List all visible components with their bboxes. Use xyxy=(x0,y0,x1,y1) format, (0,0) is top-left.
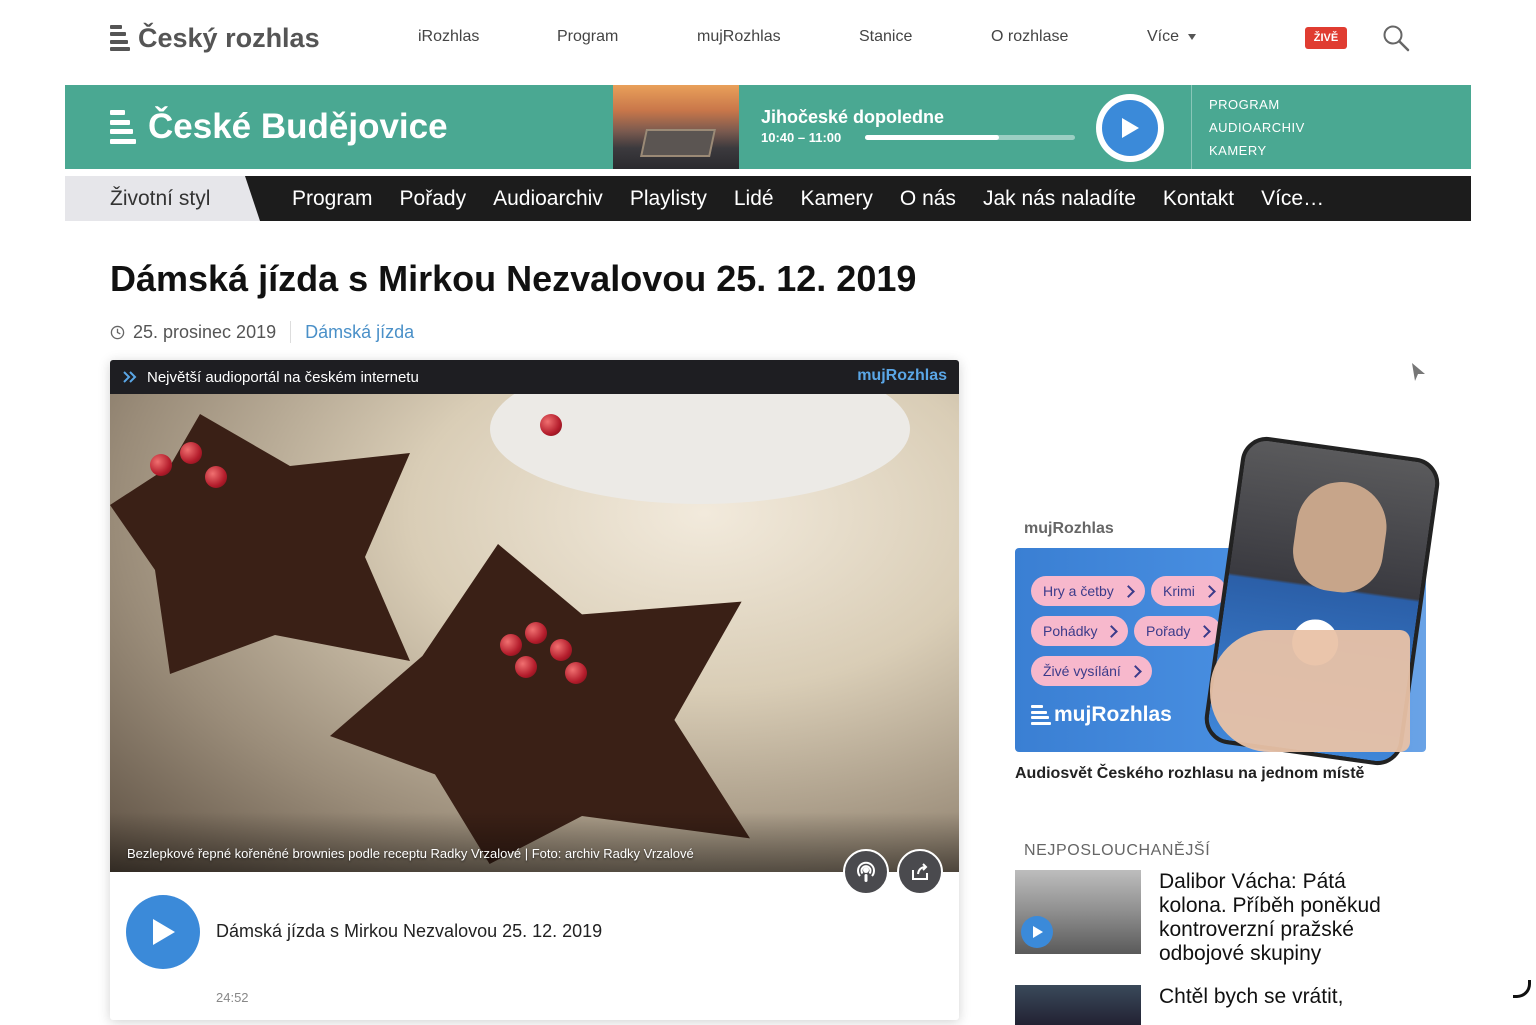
share-icon xyxy=(912,863,928,880)
share-button[interactable] xyxy=(897,849,943,895)
player-header[interactable]: Největší audioportál na českém internetu… xyxy=(110,360,959,394)
podcast-button[interactable] xyxy=(843,849,889,895)
station-thumbnail xyxy=(613,85,739,169)
episode-play-button[interactable] xyxy=(126,895,200,969)
nav-vice[interactable]: Více… xyxy=(1261,187,1324,211)
most-listened-thumb-1[interactable] xyxy=(1015,870,1141,954)
photo-caption: Bezlepkové řepné kořeněné brownies podle… xyxy=(127,846,694,861)
audio-player: Největší audioportál na českém internetu… xyxy=(110,360,959,1020)
live-play-button[interactable] xyxy=(1096,94,1164,162)
cro-logo-icon xyxy=(110,25,130,51)
promo-label: mujRozhlas xyxy=(1024,520,1114,537)
meta-divider xyxy=(290,321,292,343)
nav-lide[interactable]: Lidé xyxy=(734,187,774,211)
article-date: 25. prosinec 2019 xyxy=(133,321,277,342)
topnav-vice[interactable]: Více xyxy=(1147,28,1196,46)
topnav-program[interactable]: Program xyxy=(557,28,618,46)
nav-jak-nas-naladite[interactable]: Jak nás naladíte xyxy=(983,187,1136,211)
cesky-rozhlas-logo[interactable]: Český rozhlas xyxy=(110,20,320,56)
play-icon xyxy=(1033,926,1043,938)
station-link-audioarchiv[interactable]: AUDIOARCHIV xyxy=(1209,119,1305,136)
station-logo[interactable]: České Budějovice xyxy=(110,107,448,147)
promo-brand: mujRozhlas xyxy=(1031,703,1172,727)
nav-porady[interactable]: Pořady xyxy=(400,187,467,211)
topnav-irozhlas[interactable]: iRozhlas xyxy=(418,28,479,46)
topnav-mujrozhlas[interactable]: mujRozhlas xyxy=(697,28,781,46)
chip-zive-vysilani[interactable]: Živé vysílání xyxy=(1031,656,1152,686)
station-link-program[interactable]: PROGRAM xyxy=(1209,96,1305,113)
most-listened-title-2[interactable]: Chtěl bych se vrátit, xyxy=(1159,985,1419,1009)
play-icon xyxy=(1122,118,1139,138)
most-listened-thumb-2[interactable] xyxy=(1015,985,1141,1025)
podcast-icon xyxy=(857,861,875,882)
topnav-o-rozhlase[interactable]: O rozhlase xyxy=(991,28,1068,46)
show-progress-bar xyxy=(865,135,1075,140)
photo-plate xyxy=(490,394,910,504)
station-divider xyxy=(1191,85,1192,169)
top-header: Český rozhlas iRozhlas Program mujRozhla… xyxy=(0,0,1536,76)
page-title: Dámská jízda s Mirkou Nezvalovou 25. 12.… xyxy=(110,258,917,299)
mujrozhlas-logo-icon xyxy=(1031,705,1051,725)
article-meta: 25. prosinec 2019 Dámská jízda xyxy=(110,321,414,343)
chip-hry-a-cetby[interactable]: Hry a četby xyxy=(1031,576,1145,606)
article-photo: Bezlepkové řepné kořeněné brownies podle… xyxy=(110,394,959,872)
show-progress-fill xyxy=(865,135,1000,140)
live-badge[interactable]: ŽIVĚ xyxy=(1305,27,1347,49)
logo-text: Český rozhlas xyxy=(138,22,320,53)
nav-kontakt[interactable]: Kontakt xyxy=(1163,187,1234,211)
topnav-stanice[interactable]: Stanice xyxy=(859,28,912,46)
chip-krimi[interactable]: Krimi xyxy=(1151,576,1226,606)
nav-kamery[interactable]: Kamery xyxy=(801,187,873,211)
current-show-time: 10:40 – 11:00 xyxy=(761,130,842,145)
promo-caption[interactable]: Audiosvět Českého rozhlasu na jednom mís… xyxy=(1015,765,1364,783)
play-icon xyxy=(153,919,175,945)
promo-brand-text: mujRozhlas xyxy=(1054,703,1172,726)
nav-audioarchiv[interactable]: Audioarchiv xyxy=(493,187,603,211)
most-listened-heading: NEJPOSLOUCHANĚJŠÍ xyxy=(1024,842,1211,859)
chip-porady[interactable]: Pořady xyxy=(1134,616,1222,646)
most-listened-title-1[interactable]: Dalibor Vácha: Pátá kolona. Příběh poněk… xyxy=(1159,870,1419,966)
photo-star-left xyxy=(110,414,410,674)
ad-choices-icon[interactable] xyxy=(1410,362,1426,382)
episode-title[interactable]: Dámská jízda s Mirkou Nezvalovou 25. 12.… xyxy=(216,921,602,942)
double-chevron-icon xyxy=(123,371,137,383)
clock-icon xyxy=(110,325,125,339)
hand-illustration xyxy=(1210,630,1410,752)
section-label[interactable]: Životní styl xyxy=(65,176,260,221)
player-header-text: Největší audioportál na českém internetu xyxy=(147,368,419,386)
search-icon[interactable] xyxy=(1382,24,1410,52)
current-show-title[interactable]: Jihočeské dopoledne xyxy=(761,107,944,128)
station-bar: České Budějovice Jihočeské dopoledne 10:… xyxy=(65,85,1471,169)
chip-pohadky[interactable]: Pohádky xyxy=(1031,616,1129,646)
station-logo-icon xyxy=(110,110,136,144)
station-link-kamery[interactable]: KAMERY xyxy=(1209,142,1305,159)
episode-duration: 24:52 xyxy=(216,990,249,1005)
station-links: PROGRAM AUDIOARCHIV KAMERY xyxy=(1209,96,1305,159)
nav-o-nas[interactable]: O nás xyxy=(900,187,956,211)
mujrozhlas-brand[interactable]: mujRozhlas xyxy=(857,367,947,385)
station-name: České Budějovice xyxy=(148,107,448,146)
category-link[interactable]: Dámská jízda xyxy=(305,322,414,343)
nav-program[interactable]: Program xyxy=(292,187,373,211)
loading-spinner-icon xyxy=(1513,980,1531,998)
nav-playlisty[interactable]: Playlisty xyxy=(630,187,707,211)
main-navigation: Životní styl Program Pořady Audioarchiv … xyxy=(65,176,1471,221)
main-nav-items: Program Pořady Audioarchiv Playlisty Lid… xyxy=(292,176,1324,221)
mini-play-button[interactable] xyxy=(1021,916,1053,948)
